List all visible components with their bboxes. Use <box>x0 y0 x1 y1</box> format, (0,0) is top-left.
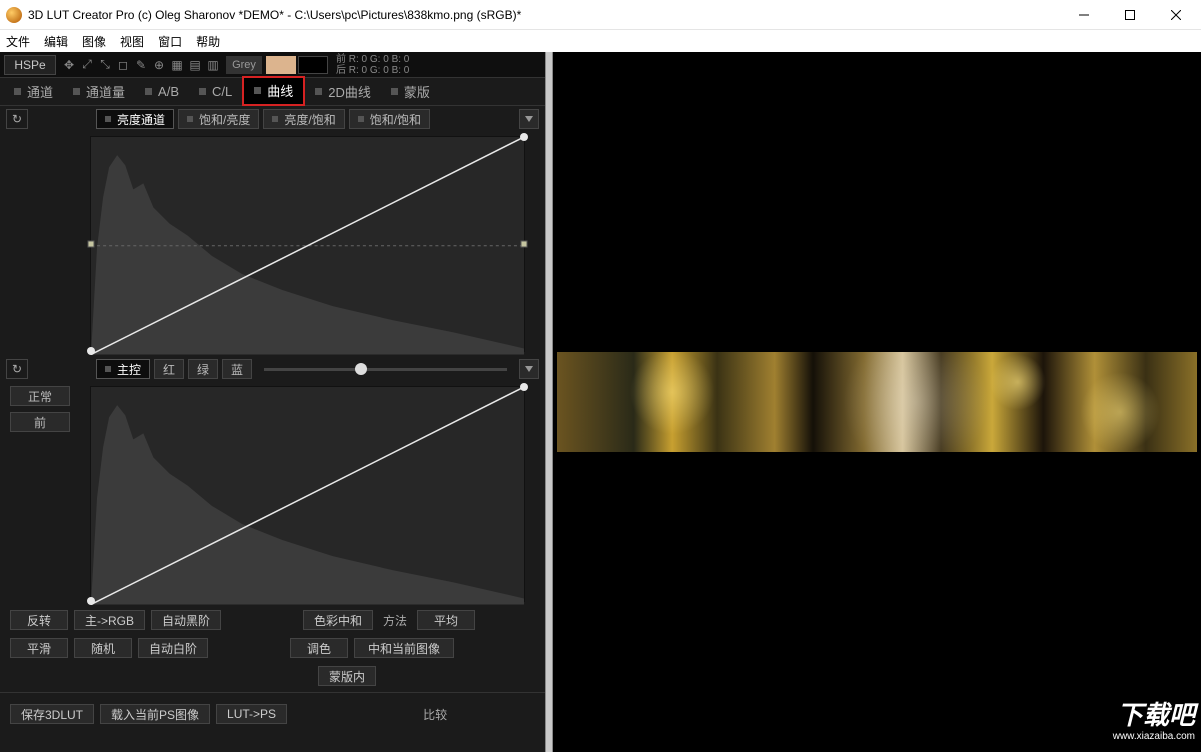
subtab-master[interactable]: 主控 <box>96 359 150 379</box>
dropdown-1[interactable] <box>519 109 539 129</box>
panel-divider[interactable] <box>545 52 553 752</box>
method-select[interactable]: 平均 <box>417 610 475 630</box>
window-title: 3D LUT Creator Pro (c) Oleg Sharonov *DE… <box>28 8 1061 22</box>
refresh-button-2[interactable]: ↻ <box>6 359 28 379</box>
button-row-2: 平滑 随机 自动白阶 调色 中和当前图像 <box>0 634 545 662</box>
zoom-tool-icon[interactable]: ⊕ <box>150 55 168 75</box>
subtab-sathue[interactable]: 饱和/亮度 <box>178 109 259 129</box>
minimize-button[interactable] <box>1061 0 1107 30</box>
autoblack-button[interactable]: 自动黑阶 <box>151 610 221 630</box>
close-button[interactable] <box>1153 0 1199 30</box>
titlebar: 3D LUT Creator Pro (c) Oleg Sharonov *DE… <box>0 0 1201 30</box>
main-tabs: 通道 通道量 A/B C/L 曲线 2D曲线 蒙版 <box>0 78 545 106</box>
grid1-icon[interactable]: ▦ <box>168 55 186 75</box>
tab-mask[interactable]: 蒙版 <box>381 79 440 105</box>
skin-swatch[interactable] <box>266 56 296 74</box>
opacity-slider[interactable] <box>264 359 507 379</box>
tab-curves[interactable]: 曲线 <box>242 76 305 106</box>
grid2-icon[interactable]: ▤ <box>186 55 204 75</box>
button-row-1: 反转 主->RGB 自动黑阶 色彩中和 方法 平均 <box>0 606 545 634</box>
tab-channel-qty[interactable]: 通道量 <box>63 79 135 105</box>
tab-ab[interactable]: A/B <box>135 79 189 105</box>
tab-channel[interactable]: 通道 <box>4 79 63 105</box>
compare-label[interactable]: 比较 <box>423 706 447 723</box>
menu-file[interactable]: 文件 <box>6 33 30 50</box>
compress-tool-icon[interactable]: ⤡ <box>96 55 114 75</box>
histogram-curve-1[interactable] <box>90 136 525 352</box>
inmask-button[interactable]: 蒙版内 <box>318 666 376 686</box>
handle-left[interactable] <box>88 241 95 248</box>
random-button[interactable]: 随机 <box>74 638 132 658</box>
colorneutral-button[interactable]: 色彩中和 <box>303 610 373 630</box>
tone-button[interactable]: 调色 <box>290 638 348 658</box>
curve-node-tr[interactable] <box>520 133 528 141</box>
grid3-icon[interactable]: ▥ <box>204 55 222 75</box>
curve2-node-tr[interactable] <box>520 383 528 391</box>
menu-view[interactable]: 视图 <box>120 33 144 50</box>
menu-edit[interactable]: 编辑 <box>44 33 68 50</box>
histogram-curve-2[interactable] <box>90 386 525 602</box>
button-row-3: 蒙版内 <box>0 662 545 690</box>
luttops-button[interactable]: LUT->PS <box>216 704 287 724</box>
blend-mode-select[interactable]: 正常 <box>10 386 70 406</box>
rgb-readout: 前 R: 0 G: 0 B: 0 后 R: 0 G: 0 B: 0 <box>336 54 409 76</box>
subtab-lumsat[interactable]: 亮度/饱和 <box>263 109 344 129</box>
button-row-4: 保存3DLUT 载入当前PS图像 LUT->PS 比较 <box>0 700 545 728</box>
dropdown-2[interactable] <box>519 359 539 379</box>
black-swatch[interactable] <box>298 56 328 74</box>
matchcurrent-button[interactable]: 中和当前图像 <box>354 638 454 658</box>
method-label: 方法 <box>383 612 407 629</box>
eyedropper-tool-icon[interactable]: ✎ <box>132 55 150 75</box>
handle-right[interactable] <box>521 241 528 248</box>
color-model-select[interactable]: HSPe <box>4 55 56 75</box>
select-tool-icon[interactable]: ◻ <box>114 55 132 75</box>
front-back-toggle[interactable]: 前 <box>10 412 70 432</box>
loadps-button[interactable]: 载入当前PS图像 <box>100 704 210 724</box>
savelut-button[interactable]: 保存3DLUT <box>10 704 94 724</box>
menubar: 文件 编辑 图像 视图 窗口 帮助 <box>0 30 1201 52</box>
toolbar: HSPe ✥ ⤢ ⤡ ◻ ✎ ⊕ ▦ ▤ ▥ Grey 前 R: 0 G: 0 … <box>0 52 545 78</box>
menu-image[interactable]: 图像 <box>82 33 106 50</box>
image-preview[interactable] <box>557 352 1197 452</box>
subtab-row-1: ↻ 亮度通道 饱和/亮度 亮度/饱和 饱和/饱和 <box>0 106 545 132</box>
curve2-node-bl[interactable] <box>87 597 95 605</box>
subtab-satsat[interactable]: 饱和/饱和 <box>349 109 430 129</box>
tab-2dcurves[interactable]: 2D曲线 <box>305 79 381 105</box>
tab-cl[interactable]: C/L <box>189 79 242 105</box>
curve-node-bl[interactable] <box>87 347 95 355</box>
subtab-green[interactable]: 绿 <box>188 359 218 379</box>
expand-tool-icon[interactable]: ⤢ <box>78 55 96 75</box>
readout-front: 前 R: 0 G: 0 B: 0 <box>336 54 409 65</box>
app-icon <box>6 7 22 23</box>
smooth-button[interactable]: 平滑 <box>10 638 68 658</box>
watermark: 下载吧 www.xiazaiba.com <box>1113 704 1195 748</box>
menu-window[interactable]: 窗口 <box>158 33 182 50</box>
watermark-url: www.xiazaiba.com <box>1113 726 1195 748</box>
invert-button[interactable]: 反转 <box>10 610 68 630</box>
preview-panel: 下载吧 www.xiazaiba.com <box>553 52 1201 752</box>
grey-swatch[interactable]: Grey <box>226 56 262 74</box>
refresh-button-1[interactable]: ↻ <box>6 109 28 129</box>
readout-back: 后 R: 0 G: 0 B: 0 <box>336 65 409 76</box>
subtab-row-2: ↻ 主控 红 绿 蓝 <box>0 356 545 382</box>
left-panel: HSPe ✥ ⤢ ⤡ ◻ ✎ ⊕ ▦ ▤ ▥ Grey 前 R: 0 G: 0 … <box>0 52 545 752</box>
autowhite-button[interactable]: 自动白阶 <box>138 638 208 658</box>
torgb-button[interactable]: 主->RGB <box>74 610 145 630</box>
subtab-lum[interactable]: 亮度通道 <box>96 109 174 129</box>
subtab-red[interactable]: 红 <box>154 359 184 379</box>
move-tool-icon[interactable]: ✥ <box>60 55 78 75</box>
maximize-button[interactable] <box>1107 0 1153 30</box>
menu-help[interactable]: 帮助 <box>196 33 220 50</box>
subtab-blue[interactable]: 蓝 <box>222 359 252 379</box>
